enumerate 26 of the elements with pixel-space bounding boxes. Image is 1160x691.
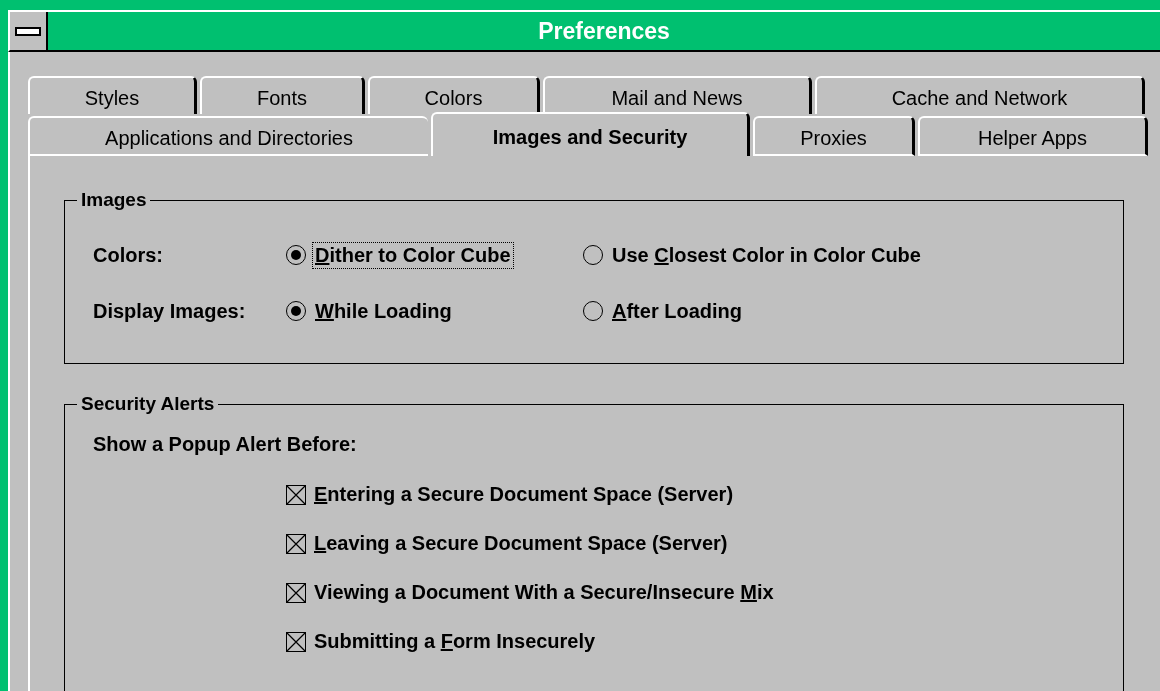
option-label[interactable]: While Loading: [312, 297, 455, 325]
checkbox[interactable]: [286, 533, 306, 554]
checkbox-label[interactable]: Entering a Secure Document Space (Server): [314, 483, 734, 506]
checkbox[interactable]: [286, 582, 306, 603]
option-label[interactable]: Dither to Color Cube: [312, 241, 514, 269]
tab[interactable]: Proxies: [753, 116, 915, 156]
field-label: Colors:: [93, 243, 164, 267]
option-label[interactable]: Use Closest Color in Color Cube: [609, 241, 924, 269]
checkbox-label[interactable]: Leaving a Secure Document Space (Server): [314, 532, 728, 555]
tab[interactable]: Fonts: [200, 76, 365, 114]
tab[interactable]: Cache and Network: [815, 76, 1145, 114]
tab[interactable]: Styles: [28, 76, 197, 114]
checkbox-label[interactable]: Viewing a Document With a Secure/Insecure Mix: [314, 581, 774, 604]
checkbox[interactable]: [286, 484, 306, 505]
tab[interactable]: Mail and News: [543, 76, 812, 114]
tab[interactable]: Applications and Directories: [28, 116, 428, 156]
system-menu-button[interactable]: [10, 12, 48, 50]
checkbox-label[interactable]: Submitting a Form Insecurely: [314, 630, 596, 653]
tab[interactable]: Colors: [368, 76, 540, 114]
tab[interactable]: Helper Apps: [918, 116, 1148, 156]
window-title: Preferences: [537, 17, 671, 45]
checkbox[interactable]: [286, 631, 306, 652]
prompt-text: Show a Popup Alert Before:: [93, 433, 358, 456]
option-label[interactable]: After Loading: [609, 297, 745, 325]
tab[interactable]: Images and Security: [431, 112, 750, 156]
field-label: Display Images:: [93, 299, 247, 323]
